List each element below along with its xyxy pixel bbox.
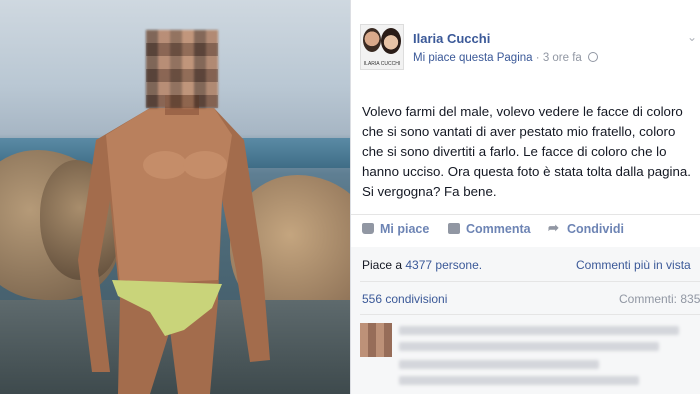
post-actions: Mi piace Commenta Condividi — [362, 220, 700, 242]
post-timestamp[interactable]: 3 ore fa — [543, 52, 582, 64]
like-button[interactable]: Mi piace — [362, 222, 429, 236]
facebook-post: ILARIA CUCCHI Ilaria Cucchi Mi piace que… — [350, 0, 700, 394]
meta-separator: · — [535, 52, 540, 64]
avatar-caption: ILARIA CUCCHI — [363, 61, 401, 67]
blurred-comment-line — [399, 326, 679, 335]
post-text: Volevo farmi del male, volevo vedere le … — [362, 104, 691, 199]
share-icon — [548, 220, 561, 236]
like-icon — [362, 223, 374, 234]
like-page-link[interactable]: Mi piace questa Pagina — [413, 52, 533, 64]
likes-count-link[interactable]: 4377 persone. — [405, 258, 482, 272]
avatar-face — [381, 28, 401, 54]
comment-label: Commenta — [466, 222, 531, 236]
comment-count: Commenti: 835 — [619, 292, 700, 306]
share-label: Condividi — [567, 222, 624, 236]
likes-prefix: Piace a — [362, 258, 403, 272]
divider — [351, 214, 700, 215]
comment-icon — [448, 223, 460, 234]
globe-icon — [588, 52, 599, 62]
like-label: Mi piace — [380, 222, 430, 236]
share-button[interactable]: Condividi — [548, 220, 624, 236]
top-comments-link[interactable]: Commenti più in vista — [576, 258, 691, 272]
commenter-avatar[interactable] — [360, 323, 392, 357]
pixelated-face-overlay — [146, 30, 218, 108]
post-photo[interactable] — [0, 0, 350, 394]
divider — [360, 281, 700, 282]
page-avatar[interactable]: ILARIA CUCCHI — [360, 24, 404, 70]
blurred-comment-line — [399, 376, 639, 385]
likes-summary: Piace a 4377 persone. — [362, 258, 482, 272]
page-name-link[interactable]: Ilaria Cucchi — [413, 31, 490, 46]
avatar-face — [363, 28, 381, 52]
chevron-down-icon[interactable]: ⌄ — [687, 30, 697, 44]
blurred-comment-line — [399, 360, 599, 369]
post-meta: Mi piace questa Pagina · 3 ore fa — [413, 52, 599, 64]
comment-button[interactable]: Commenta — [448, 222, 531, 236]
shares-link[interactable]: 556 condivisioni — [362, 292, 447, 306]
blurred-comment-line — [399, 342, 659, 351]
divider — [360, 314, 700, 315]
